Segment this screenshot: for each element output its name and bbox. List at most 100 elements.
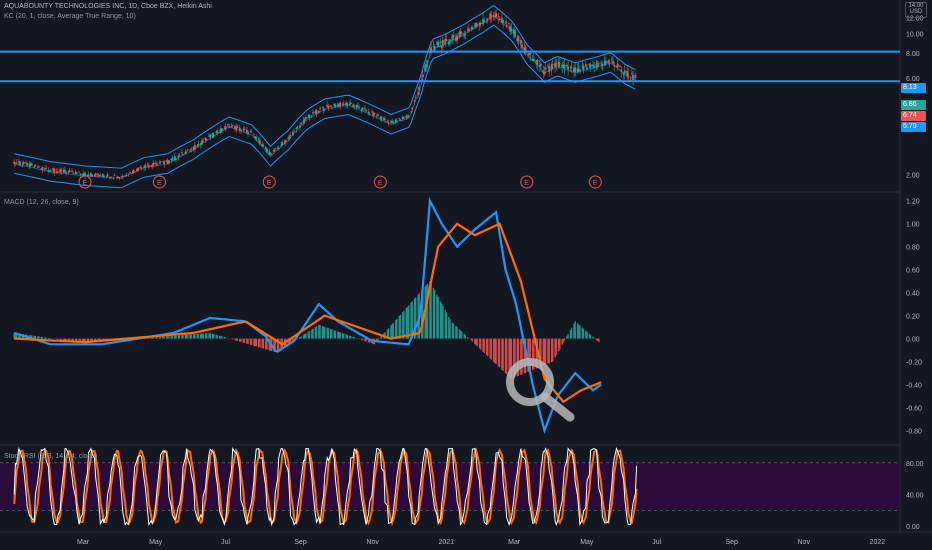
macd-histogram-bar	[224, 337, 227, 339]
macd-tick-label: -0.20	[906, 360, 922, 367]
candle-body	[442, 39, 444, 47]
macd-histogram-bar	[57, 338, 59, 340]
candle-body	[315, 110, 318, 115]
macd-histogram-bar	[231, 338, 234, 340]
macd-histogram-bar	[471, 338, 474, 342]
macd-histogram-bar	[163, 336, 165, 339]
candle-body	[155, 162, 157, 165]
candle-body	[21, 164, 24, 166]
macd-histogram-bar	[567, 334, 569, 339]
macd-histogram-bar	[334, 330, 337, 339]
candle-body	[144, 164, 147, 168]
candle-body	[323, 108, 326, 110]
candle-body	[178, 155, 181, 157]
candle-body	[295, 127, 298, 130]
macd-histogram-bar	[308, 330, 311, 339]
macd-histogram-bar	[255, 338, 257, 347]
candle-body	[60, 170, 63, 172]
candle-body	[601, 64, 604, 67]
candle-body	[485, 20, 488, 22]
candle-body	[505, 24, 508, 27]
macd-tick-label: 0.20	[906, 314, 920, 321]
candle-body	[296, 126, 299, 128]
macd-histogram-bar	[464, 334, 467, 339]
candle-body	[616, 63, 619, 68]
macd-histogram-bar	[392, 322, 395, 339]
candle-body	[321, 107, 324, 109]
candle-body	[224, 125, 227, 129]
macd-histogram-bar	[45, 337, 47, 339]
candle-body	[626, 71, 629, 77]
candle-body	[600, 62, 603, 64]
macd-histogram-bar	[315, 326, 318, 339]
candle-body	[91, 174, 94, 177]
candle-body	[270, 153, 273, 155]
macd-histogram-bar	[483, 338, 485, 353]
candle-body	[78, 171, 81, 173]
earnings-marker-label: E	[593, 180, 598, 187]
candle-body	[497, 16, 500, 18]
candle-body	[277, 148, 280, 149]
candle-body	[563, 64, 566, 69]
candle-body	[262, 145, 265, 147]
macd-histogram-bar	[156, 337, 158, 339]
macd-tick-label: 1.20	[906, 199, 920, 206]
candle-body	[231, 125, 234, 126]
candle-body	[608, 61, 611, 63]
candle-body	[147, 165, 150, 167]
candle-body	[105, 176, 108, 178]
candle-body	[437, 41, 440, 47]
candle-body	[41, 167, 44, 170]
candle-body	[48, 171, 51, 173]
macd-histogram-bar	[346, 334, 348, 339]
macd-histogram-bar	[38, 336, 40, 339]
candle-body	[281, 142, 284, 146]
candle-body	[410, 111, 412, 113]
macd-histogram-bar	[437, 296, 439, 339]
macd-histogram-bar	[216, 334, 219, 339]
macd-histogram-bar	[415, 297, 417, 339]
candle-body	[221, 128, 223, 131]
candle-body	[240, 129, 242, 131]
macd-histogram-bar	[555, 338, 557, 356]
candle-body	[557, 61, 560, 67]
time-axis-label: Mar	[508, 539, 521, 546]
candle-body	[205, 139, 208, 141]
candle-body	[125, 174, 128, 177]
candle-body	[140, 168, 143, 170]
kc-lower-band	[14, 24, 636, 189]
candle-body	[411, 107, 414, 110]
candle-body	[121, 175, 124, 178]
candle-body	[156, 164, 158, 166]
currency-label[interactable]: 14.00 USD	[905, 2, 927, 18]
candle-body	[399, 119, 402, 121]
candle-body	[103, 175, 105, 177]
chart-canvas[interactable]: 12.0010.008.006.004.002.00EEEEEE1.201.00…	[0, 0, 932, 550]
candle-body	[452, 35, 455, 38]
candle-body	[317, 110, 320, 113]
candle-body	[584, 64, 587, 67]
macd-histogram-bar	[259, 338, 261, 348]
candle-body	[293, 130, 295, 132]
time-axis-label: Jul	[652, 539, 661, 546]
candle-body	[464, 33, 467, 35]
time-axis-label: Sep	[725, 539, 738, 546]
candle-body	[449, 39, 451, 43]
candle-body	[460, 33, 463, 35]
macd-tick-label: 0.00	[906, 337, 920, 344]
candle-body	[508, 23, 510, 25]
macd-histogram-bar	[171, 335, 174, 339]
candle-body	[64, 169, 66, 173]
candle-body	[53, 169, 56, 173]
candle-body	[630, 73, 633, 74]
candle-body	[197, 144, 200, 145]
candle-body	[71, 170, 73, 172]
macd-histogram-bar	[579, 325, 581, 339]
price-tick-label: 8.00	[906, 51, 920, 58]
macd-histogram-bar	[552, 338, 554, 362]
macd-histogram-bar	[247, 338, 249, 345]
candle-body	[492, 15, 495, 17]
candle-body	[551, 64, 554, 65]
macd-histogram-bar	[190, 334, 193, 339]
candle-body	[348, 103, 351, 105]
